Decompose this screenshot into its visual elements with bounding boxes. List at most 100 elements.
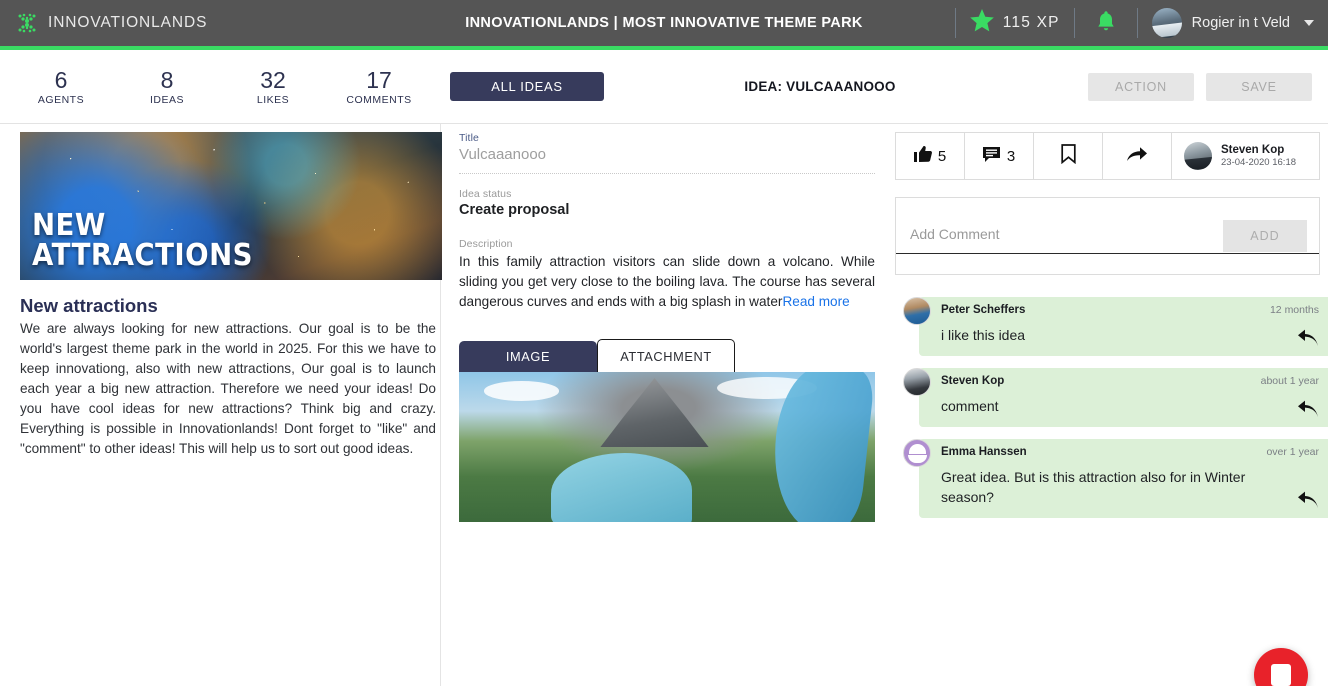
idea-status-label: Idea status bbox=[459, 188, 512, 200]
comment-text: i like this idea bbox=[941, 327, 1026, 343]
avatar bbox=[903, 439, 931, 467]
idea-status-value: Create proposal bbox=[459, 202, 570, 218]
user-menu[interactable]: Rogier in t Veld bbox=[1151, 8, 1314, 38]
stat-agents: 6 AGENTS bbox=[8, 67, 114, 106]
comment-time: about 1 year bbox=[1260, 375, 1319, 387]
xp-value: 115 XP bbox=[1002, 14, 1060, 31]
comment-icon bbox=[982, 146, 1002, 167]
comment-bubble: Peter Scheffers 12 months i like this id… bbox=[919, 297, 1328, 356]
author-info: Steven Kop 23-04-2020 16:18 bbox=[1221, 143, 1296, 169]
comment-text: Great idea. But is this attraction also … bbox=[941, 469, 1246, 505]
stat-value: 17 bbox=[366, 67, 392, 93]
reply-arrow-icon[interactable] bbox=[1297, 491, 1319, 509]
action-button[interactable]: ACTION bbox=[1088, 72, 1194, 101]
waterslide-shape bbox=[550, 453, 692, 522]
comment-time: over 1 year bbox=[1266, 446, 1319, 458]
add-comment-box: ADD bbox=[895, 197, 1320, 275]
divider bbox=[954, 8, 956, 38]
stat-label: COMMENTS bbox=[346, 94, 412, 106]
divider bbox=[896, 253, 1319, 254]
author-name: Steven Kop bbox=[1221, 144, 1285, 156]
stats-action-bar: 6 AGENTS 8 IDEAS 32 LIKES 17 COMMENTS AL… bbox=[0, 50, 1328, 124]
user-name: Rogier in t Veld bbox=[1191, 15, 1290, 31]
comment-button[interactable]: 3 bbox=[965, 133, 1034, 179]
avatar bbox=[903, 297, 931, 325]
title-field-label: Title bbox=[459, 132, 479, 144]
list-item: Peter Scheffers 12 months i like this id… bbox=[895, 297, 1328, 356]
chat-widget-icon bbox=[1271, 664, 1291, 686]
main-content: NEW ATTRACTIONS New attractions We are a… bbox=[0, 124, 1328, 686]
cloud-shape bbox=[716, 376, 817, 399]
top-navigation-bar: INNOVATIONLANDS INNOVATIONLANDS | MOST I… bbox=[0, 0, 1328, 50]
idea-action-row: 5 3 Steven Kop 23-04-2020 16:18 bbox=[895, 132, 1320, 180]
campaign-heading: New attractions bbox=[20, 295, 158, 316]
comment-count: 3 bbox=[1006, 147, 1016, 165]
tab-attachment[interactable]: ATTACHMENT bbox=[597, 339, 735, 372]
stat-likes: 32 LIKES bbox=[220, 67, 326, 106]
idea-detail-panel: Title Vulcaaanooo Idea status Create pro… bbox=[440, 124, 885, 686]
media-tabs: IMAGE ATTACHMENT bbox=[459, 339, 875, 372]
comment-header: Peter Scheffers 12 months bbox=[941, 304, 1319, 316]
save-button[interactable]: SAVE bbox=[1206, 72, 1312, 101]
hero-line-1: NEW bbox=[32, 208, 106, 244]
app-root: INNOVATIONLANDS INNOVATIONLANDS | MOST I… bbox=[0, 0, 1328, 686]
stats-group: 6 AGENTS 8 IDEAS 32 LIKES 17 COMMENTS bbox=[0, 67, 450, 106]
comment-author: Steven Kop bbox=[941, 375, 1005, 387]
reply-arrow-icon[interactable] bbox=[1297, 329, 1319, 347]
divider bbox=[1136, 8, 1138, 38]
bell-icon bbox=[1096, 10, 1116, 37]
bookmark-icon bbox=[1060, 144, 1076, 168]
stat-label: AGENTS bbox=[37, 94, 85, 106]
top-bar-right-group: 115 XP Rogier in t Veld bbox=[941, 0, 1328, 46]
campaign-hero-image: NEW ATTRACTIONS bbox=[20, 132, 442, 280]
tab-image[interactable]: IMAGE bbox=[459, 341, 597, 372]
stat-value: 32 bbox=[260, 67, 286, 93]
star-icon bbox=[969, 9, 994, 37]
comment-author: Peter Scheffers bbox=[941, 304, 1026, 316]
idea-author[interactable]: Steven Kop 23-04-2020 16:18 bbox=[1172, 133, 1319, 179]
idea-image bbox=[459, 372, 875, 522]
comment-input[interactable] bbox=[910, 226, 1210, 242]
stat-comments: 17 COMMENTS bbox=[326, 67, 432, 106]
stat-value: 6 bbox=[54, 67, 68, 93]
author-date: 23-04-2020 16:18 bbox=[1221, 157, 1297, 168]
avatar bbox=[1184, 142, 1212, 170]
like-button[interactable]: 5 bbox=[896, 133, 965, 179]
brand-home-link[interactable]: INNOVATIONLANDS bbox=[0, 12, 440, 34]
stat-value: 8 bbox=[160, 67, 174, 93]
divider bbox=[459, 173, 875, 174]
bookmark-button[interactable] bbox=[1034, 133, 1103, 179]
comment-time: 12 months bbox=[1269, 304, 1319, 316]
comments-list: Peter Scheffers 12 months i like this id… bbox=[895, 297, 1328, 518]
cloud-shape bbox=[483, 381, 559, 401]
divider bbox=[1073, 8, 1075, 38]
innovationlands-logo-icon bbox=[16, 12, 38, 34]
read-more-link[interactable]: Read more bbox=[782, 294, 849, 309]
comment-bubble: Steven Kop about 1 year comment bbox=[919, 368, 1328, 427]
current-idea-heading: IDEA: VULCAAANOOO bbox=[744, 79, 896, 94]
left-panel: NEW ATTRACTIONS New attractions We are a… bbox=[0, 124, 442, 686]
list-item: Emma Hanssen over 1 year Great idea. But… bbox=[895, 439, 1328, 518]
comment-bubble: Emma Hanssen over 1 year Great idea. But… bbox=[919, 439, 1328, 518]
avatar bbox=[903, 368, 931, 396]
like-count: 5 bbox=[937, 147, 947, 165]
comment-text: comment bbox=[941, 398, 999, 414]
stat-label: LIKES bbox=[256, 94, 290, 106]
title-field-value[interactable]: Vulcaaanooo bbox=[459, 146, 875, 163]
comment-header: Steven Kop about 1 year bbox=[941, 375, 1319, 387]
social-panel: 5 3 Steven Kop 23-04-2020 16:18 Add Comm… bbox=[885, 124, 1328, 686]
brand-name: INNOVATIONLANDS bbox=[48, 14, 208, 31]
list-item: Steven Kop about 1 year comment bbox=[895, 368, 1328, 427]
share-button[interactable] bbox=[1103, 133, 1172, 179]
hero-line-2: ATTRACTIONS bbox=[32, 237, 253, 273]
description-value: In this family attraction visitors can s… bbox=[459, 252, 875, 312]
campaign-description: We are always looking for new attraction… bbox=[20, 321, 436, 456]
toolbar-actions: ALL IDEAS IDEA: VULCAAANOOO ACTION SAVE bbox=[450, 72, 1328, 101]
stat-ideas: 8 IDEAS bbox=[114, 67, 220, 106]
reply-arrow-icon[interactable] bbox=[1297, 400, 1319, 418]
notifications-button[interactable] bbox=[1089, 10, 1123, 37]
comment-header: Emma Hanssen over 1 year bbox=[941, 446, 1319, 458]
add-comment-button[interactable]: ADD bbox=[1223, 220, 1307, 252]
xp-indicator[interactable]: 115 XP bbox=[969, 9, 1060, 37]
share-arrow-icon bbox=[1126, 145, 1148, 167]
